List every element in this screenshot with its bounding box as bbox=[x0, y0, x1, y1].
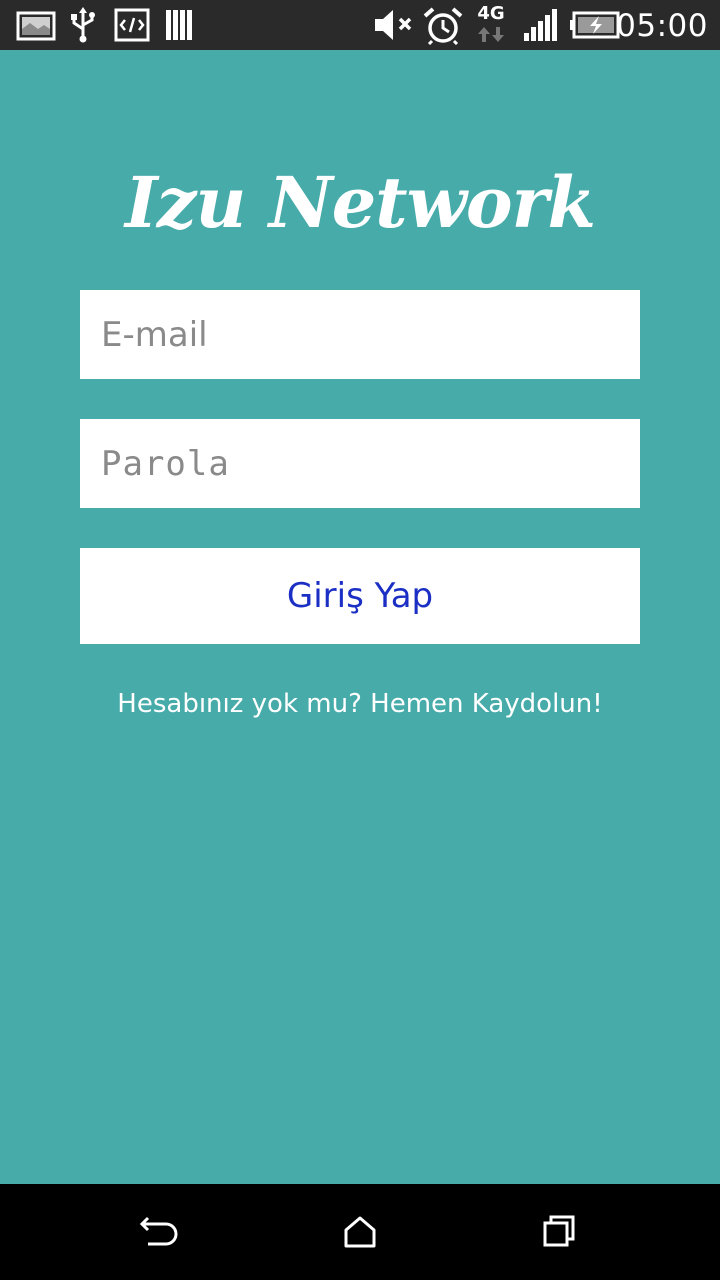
status-bar: 4G 05:00 bbox=[0, 0, 720, 50]
usb-icon bbox=[68, 7, 98, 43]
app-title: Izu Network bbox=[125, 161, 596, 244]
image-icon bbox=[16, 7, 56, 43]
developer-icon bbox=[114, 7, 150, 43]
login-button[interactable]: Giriş Yap bbox=[80, 548, 640, 644]
signal-icon bbox=[522, 7, 558, 43]
recents-icon[interactable] bbox=[536, 1208, 584, 1256]
password-field[interactable] bbox=[80, 419, 640, 508]
navigation-bar bbox=[0, 1184, 720, 1280]
register-link[interactable]: Hesabınız yok mu? Hemen Kaydolun! bbox=[0, 684, 720, 724]
notes-icon bbox=[164, 7, 196, 43]
back-icon[interactable] bbox=[136, 1208, 184, 1256]
network-4g-icon: 4G bbox=[474, 2, 508, 46]
battery-icon bbox=[570, 7, 622, 43]
email-field[interactable] bbox=[80, 290, 640, 379]
status-time: 05:00 bbox=[616, 8, 708, 44]
alarm-icon bbox=[422, 7, 464, 45]
login-screen: 4G 05:00 Izu Network E-mail Giriş Yap He… bbox=[0, 0, 720, 1280]
svg-text:4G: 4G bbox=[477, 3, 504, 24]
muted-speaker-icon bbox=[372, 7, 418, 43]
home-icon[interactable] bbox=[336, 1208, 384, 1256]
